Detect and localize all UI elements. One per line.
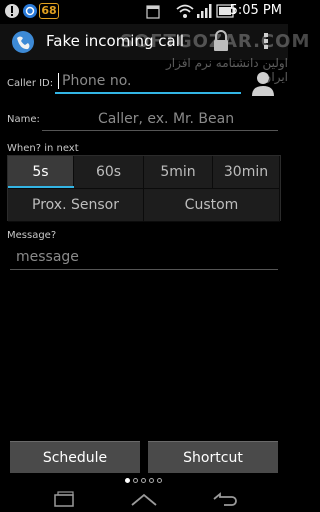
time-option-5min[interactable]: 5min [144, 156, 213, 189]
page-dot [157, 478, 162, 483]
home-icon[interactable] [130, 491, 158, 509]
schedule-button[interactable]: Schedule [10, 441, 140, 473]
phone-input[interactable]: Phone no. [62, 73, 131, 89]
page-dot [149, 478, 154, 483]
phone-input-underline [55, 92, 241, 94]
lock-icon[interactable] [212, 30, 230, 52]
status-bar: 68 5:05 PM [0, 0, 288, 24]
action-bar: Fake incoming call SOFTGOZAR.COM [0, 24, 309, 60]
name-input[interactable]: Caller, ex. Mr. Bean [98, 111, 234, 127]
time-option-30min[interactable]: 30min [213, 156, 280, 189]
clock: 5:05 PM [229, 3, 282, 18]
caller-id-label: Caller ID: [7, 78, 54, 89]
app-icon [12, 31, 34, 53]
message-input[interactable]: message [16, 249, 79, 265]
back-icon[interactable] [210, 491, 238, 509]
selected-indicator [8, 186, 74, 188]
prox-sensor-option[interactable]: Prox. Sensor [8, 189, 144, 222]
page-dot [125, 478, 130, 483]
when-label: When? in next [7, 143, 79, 154]
shortcut-button[interactable]: Shortcut [148, 441, 278, 473]
wifi-icon [176, 4, 194, 18]
alert-icon [5, 4, 19, 18]
navigation-bar [0, 488, 288, 512]
message-input-underline [10, 269, 278, 270]
name-label: Name: [7, 114, 40, 125]
page-dot [133, 478, 138, 483]
page-indicator [124, 477, 164, 485]
contact-picker-icon[interactable] [250, 70, 276, 98]
notification-badge: 68 [39, 3, 59, 19]
overflow-menu-icon[interactable] [262, 30, 270, 52]
time-option-60s[interactable]: 60s [74, 156, 144, 189]
text-cursor [58, 73, 59, 89]
time-option-5s[interactable]: 5s [8, 156, 74, 189]
calendar-icon [146, 5, 160, 19]
sync-icon [23, 4, 37, 18]
recent-apps-icon[interactable] [52, 491, 76, 509]
custom-option[interactable]: Custom [144, 189, 280, 222]
page-dot [141, 478, 146, 483]
message-label: Message? [7, 230, 57, 241]
name-input-underline [42, 130, 278, 131]
signal-icon [197, 4, 212, 18]
